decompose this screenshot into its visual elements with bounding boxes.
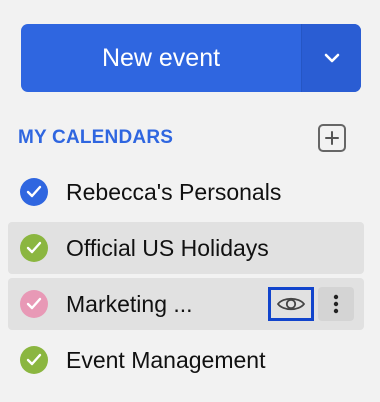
eye-icon — [276, 297, 306, 311]
plus-icon — [325, 131, 339, 145]
calendar-label: Marketing ... — [66, 290, 193, 317]
more-options-button[interactable] — [318, 287, 354, 321]
new-event-label: New event — [101, 43, 221, 72]
calendar-item-rebeccas-personals[interactable]: Rebecca's Personals — [8, 166, 364, 218]
checkmark-icon — [26, 353, 42, 366]
chevron-down-icon — [324, 53, 339, 63]
section-title: MY CALENDARS — [18, 127, 174, 148]
checkmark-icon — [26, 185, 42, 198]
calendar-item-event-management[interactable]: Event Management — [8, 334, 364, 386]
calendar-checkbox[interactable] — [20, 346, 48, 374]
new-event-split-button: New event — [21, 24, 361, 92]
calendar-checkbox[interactable] — [20, 178, 48, 206]
new-event-dropdown-button[interactable] — [301, 24, 361, 92]
calendar-checkbox[interactable] — [20, 290, 48, 318]
calendar-item-official-us-holidays[interactable]: Official US Holidays — [8, 222, 364, 274]
my-calendars-header: MY CALENDARS — [18, 122, 346, 154]
calendar-label: Official US Holidays — [66, 234, 269, 261]
calendar-item-marketing[interactable]: Marketing ... — [8, 278, 364, 330]
checkmark-icon — [26, 297, 42, 310]
checkmark-icon — [26, 241, 42, 254]
calendar-label: Rebecca's Personals — [66, 178, 282, 205]
new-event-button[interactable]: New event — [21, 24, 301, 92]
toggle-visibility-button[interactable] — [268, 287, 314, 321]
vertical-dots-icon — [333, 294, 339, 314]
calendar-checkbox[interactable] — [20, 234, 48, 262]
add-calendar-button[interactable] — [318, 124, 346, 152]
calendar-label: Event Management — [66, 346, 266, 373]
